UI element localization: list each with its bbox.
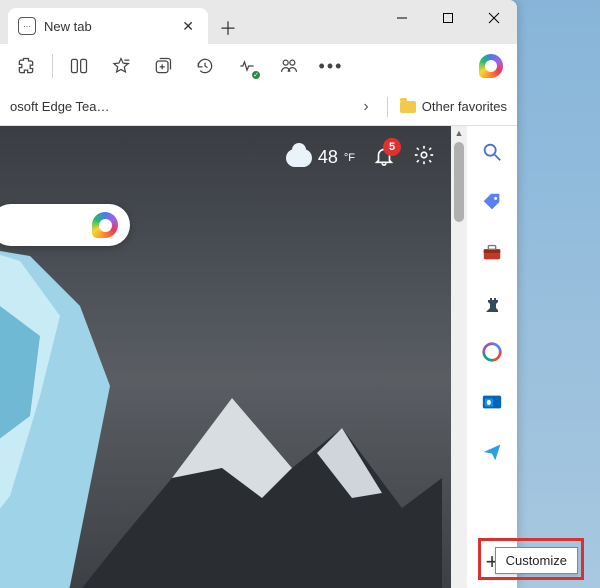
weather-widget[interactable]: 48 °F: [286, 147, 355, 168]
page-settings-button[interactable]: [413, 144, 435, 171]
sidebar-search-button[interactable]: [474, 134, 510, 170]
send-icon: [482, 442, 502, 462]
outlook-icon: [481, 391, 503, 413]
more-button[interactable]: •••: [313, 48, 349, 84]
content-area: 48 °F 5 ▲: [0, 126, 517, 588]
close-button[interactable]: [471, 2, 517, 34]
tag-icon: [481, 191, 503, 213]
search-box[interactable]: [0, 204, 130, 246]
other-favorites-label: Other favorites: [422, 99, 507, 114]
window-controls: [379, 0, 517, 44]
cloud-icon: [286, 149, 312, 167]
background-iceberg: [0, 246, 140, 588]
browser-window: ⋯ New tab ✕ ＋: [0, 0, 517, 588]
tab-close-button[interactable]: ✕: [178, 18, 198, 35]
search-icon: [481, 141, 503, 163]
split-screen-button[interactable]: [61, 48, 97, 84]
temperature-value: 48: [318, 147, 338, 168]
minimize-button[interactable]: [379, 2, 425, 34]
copilot-icon: [479, 54, 503, 78]
tab-title: New tab: [44, 19, 170, 34]
copilot-search-icon: [92, 212, 118, 238]
gear-icon: [413, 144, 435, 166]
titlebar: ⋯ New tab ✕ ＋: [0, 0, 517, 44]
copilot-button[interactable]: [473, 48, 509, 84]
favorites-button[interactable]: [103, 48, 139, 84]
tab-favicon: ⋯: [18, 17, 36, 35]
notification-badge: 5: [383, 138, 401, 156]
notifications-button[interactable]: 5: [373, 144, 395, 171]
extensions-button[interactable]: [8, 48, 44, 84]
other-favorites-folder[interactable]: Other favorites: [400, 99, 507, 114]
m365-icon: [481, 341, 503, 363]
edge-sidebar: +: [467, 126, 517, 588]
favorites-bar: osoft Edge Tea… › Other favorites: [0, 88, 517, 126]
chess-icon: [482, 290, 502, 314]
favorites-overflow-button[interactable]: ›: [357, 98, 374, 116]
toolbar-divider: [52, 54, 53, 78]
favorite-link-label: osoft Edge Tea…: [10, 99, 110, 114]
sidebar-outlook-button[interactable]: [474, 384, 510, 420]
vertical-scrollbar[interactable]: ▲: [451, 126, 467, 588]
toolbox-icon: [481, 241, 503, 263]
temperature-unit: °F: [344, 152, 355, 164]
ntp-top-controls: 48 °F 5: [286, 144, 435, 171]
workspaces-button[interactable]: [271, 48, 307, 84]
scrollbar-thumb[interactable]: [454, 142, 464, 222]
favorite-link[interactable]: osoft Edge Tea…: [10, 99, 110, 114]
customize-tooltip: Customize: [495, 547, 578, 574]
fav-divider: [387, 97, 388, 117]
sidebar-games-button[interactable]: [474, 284, 510, 320]
folder-icon: [400, 101, 416, 113]
toolbar: ✓ •••: [0, 44, 517, 88]
performance-button[interactable]: ✓: [229, 48, 265, 84]
collections-button[interactable]: [145, 48, 181, 84]
scrollbar-arrow-up-icon[interactable]: ▲: [451, 128, 467, 138]
history-button[interactable]: [187, 48, 223, 84]
active-tab[interactable]: ⋯ New tab ✕: [8, 8, 208, 44]
sidebar-m365-button[interactable]: [474, 334, 510, 370]
new-tab-button[interactable]: ＋: [212, 12, 244, 44]
new-tab-page: 48 °F 5: [0, 126, 451, 588]
sidebar-drop-button[interactable]: [474, 434, 510, 470]
maximize-button[interactable]: [425, 2, 471, 34]
sidebar-shopping-button[interactable]: [474, 184, 510, 220]
sidebar-tools-button[interactable]: [474, 234, 510, 270]
